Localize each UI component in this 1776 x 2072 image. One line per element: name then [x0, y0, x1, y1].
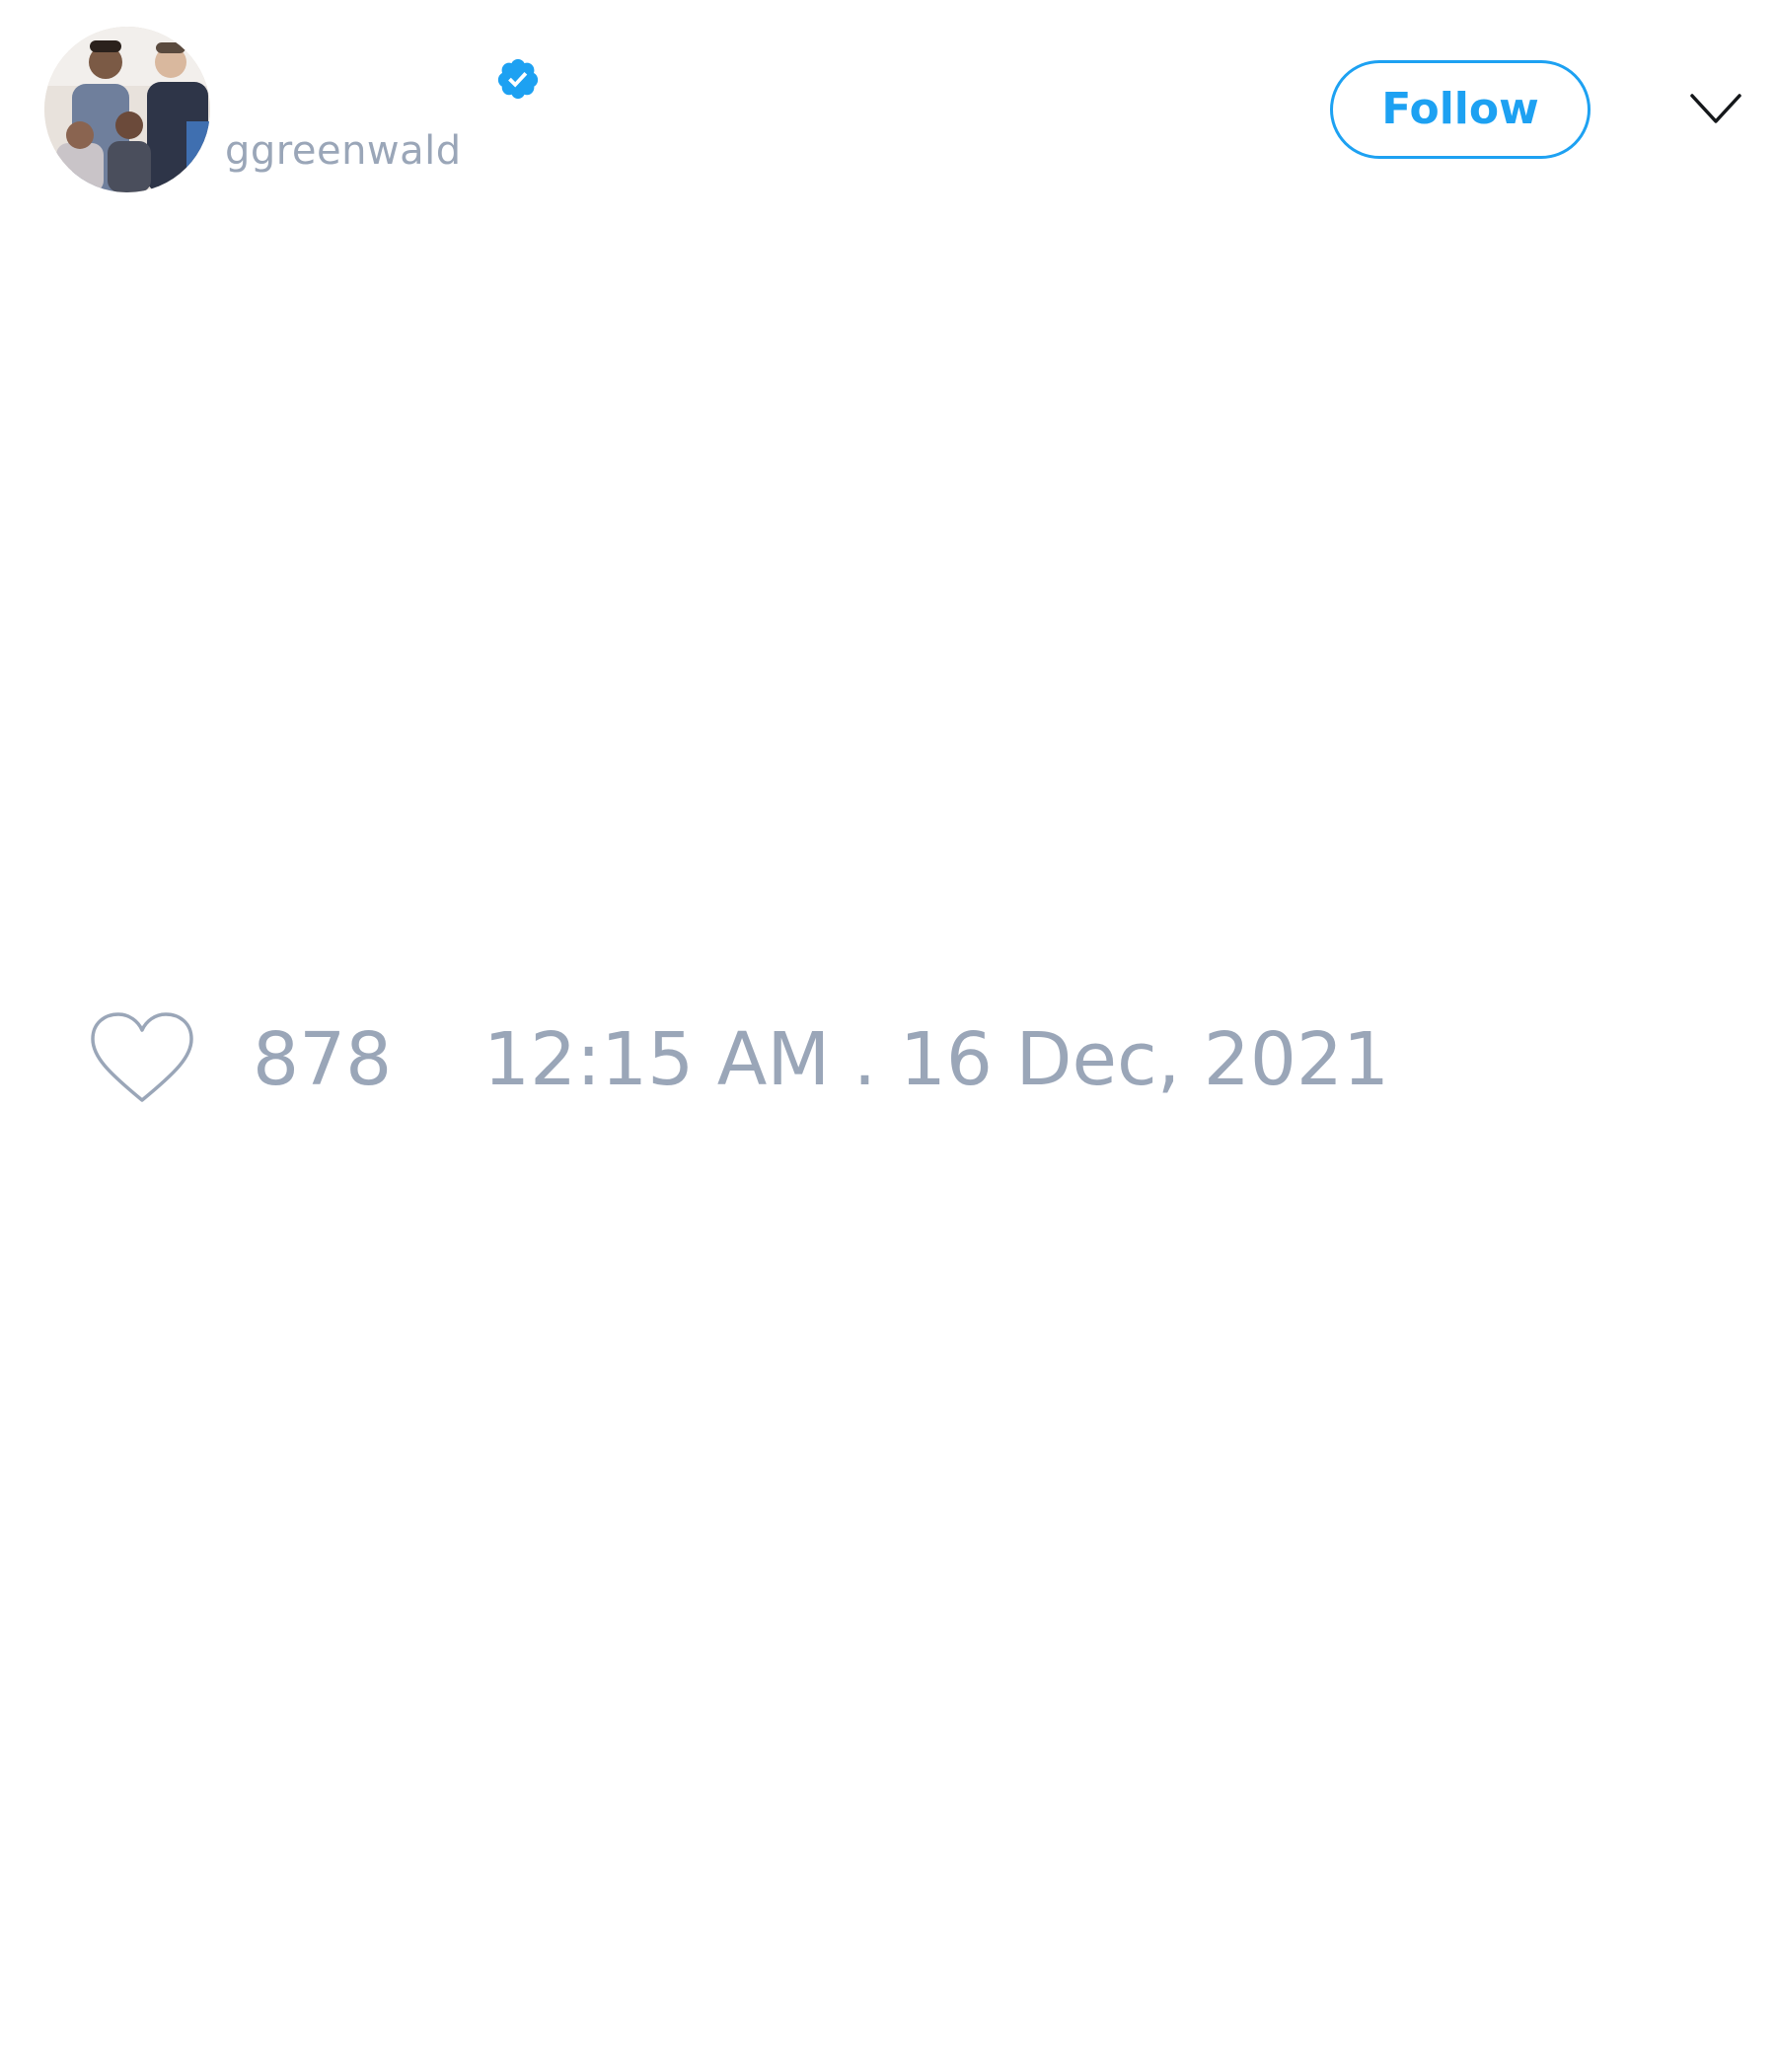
chevron-down-icon[interactable] [1689, 92, 1742, 125]
avatar-photo [44, 27, 210, 192]
tweet-timestamp[interactable]: 12:15 AM . 16 Dec, 2021 [483, 1016, 1389, 1103]
heart-icon[interactable] [89, 1011, 195, 1106]
author-avatar[interactable] [44, 27, 210, 192]
follow-button[interactable]: Follow [1330, 60, 1591, 159]
verified-badge-icon [497, 58, 539, 100]
like-count: 878 [253, 1017, 393, 1102]
author-display-name[interactable] [225, 51, 481, 107]
tweet-card: ggreenwald Follow 878 12:15 AM . 16 Dec,… [0, 0, 1776, 2072]
author-handle[interactable]: ggreenwald [225, 128, 462, 174]
